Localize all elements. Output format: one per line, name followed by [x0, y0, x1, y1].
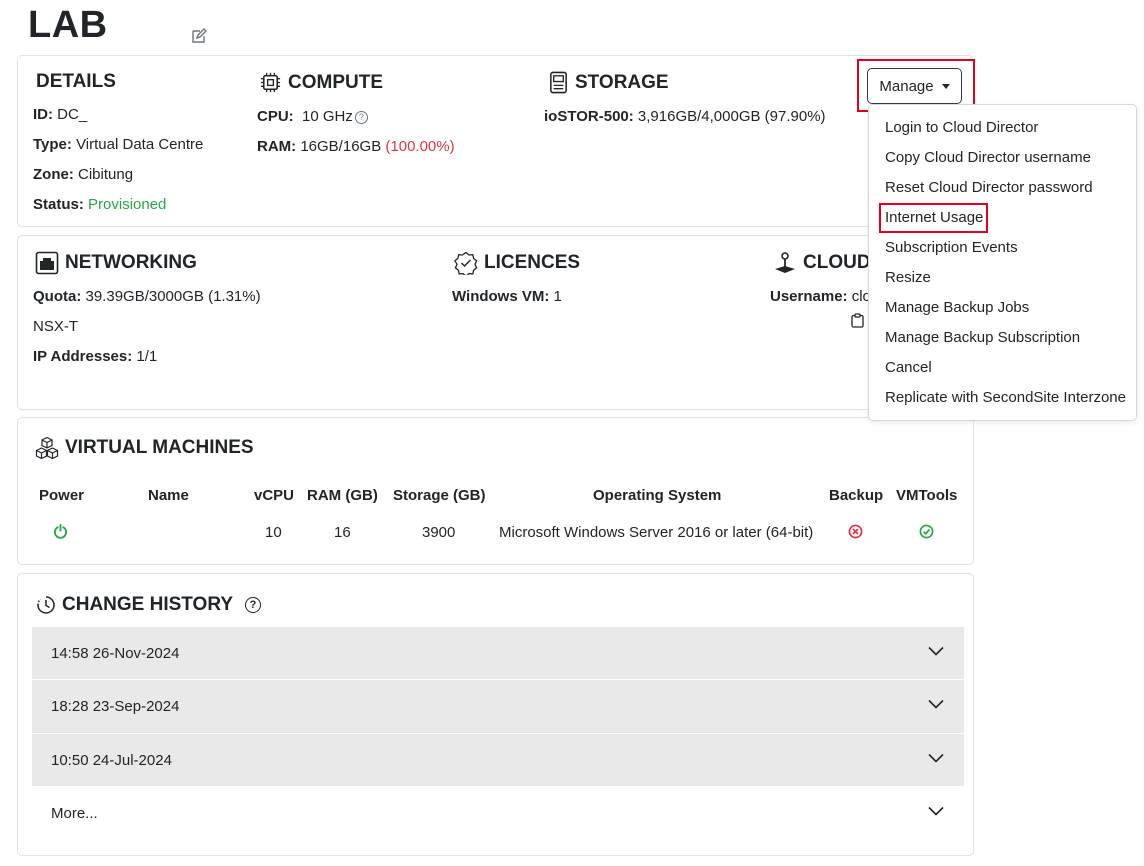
history-heading: CHANGE HISTORY ? [36, 594, 262, 616]
menu-item-resize[interactable]: Resize [885, 269, 931, 286]
history-more[interactable]: More... [32, 787, 964, 839]
col-storage: Storage (GB) [393, 487, 486, 504]
menu-item-subscription-events[interactable]: Subscription Events [885, 239, 1018, 256]
vm-vcpu: 10 [265, 524, 282, 541]
history-more-label: More... [51, 804, 98, 822]
chevron-down-icon [928, 699, 944, 709]
menu-item-manage-backup-jobs[interactable]: Manage Backup Jobs [885, 299, 1029, 316]
history-help-icon[interactable]: ? [245, 597, 262, 613]
menu-item-reset-password[interactable]: Reset Cloud Director password [885, 179, 1093, 196]
licences-heading: LICENCES [454, 251, 580, 275]
compute-heading: COMPUTE [259, 71, 383, 94]
joystick-icon [775, 252, 795, 273]
compute-cpu: CPU: 10 GHz? [257, 108, 368, 125]
clipboard-icon[interactable] [851, 313, 864, 328]
storage-icon [550, 71, 567, 94]
cpu-icon [260, 72, 281, 93]
details-type: Type: Virtual Data Centre [33, 136, 204, 153]
menu-item-login-cloud-director[interactable]: Login to Cloud Director [885, 119, 1038, 136]
networking-quota: Quota: 39.39GB/3000GB (1.31%) [33, 288, 261, 305]
help-icon[interactable]: ? [354, 111, 368, 124]
history-entry-label: 10:50 24-Jul-2024 [51, 751, 172, 769]
vmtools-ok-icon [919, 524, 934, 539]
network-port-icon [35, 251, 59, 275]
networking-heading: NETWORKING [35, 251, 197, 275]
history-entry[interactable]: 10:50 24-Jul-2024 [32, 734, 964, 786]
col-vmtools: VMTools [896, 487, 958, 504]
vm-storage: 3900 [422, 524, 456, 541]
cloud-username: Username: clo [770, 288, 871, 305]
col-name: Name [148, 487, 189, 504]
details-id: ID: DC_ [33, 106, 88, 123]
page-title: LAB [28, 4, 108, 46]
history-entry-label: 14:58 26-Nov-2024 [51, 644, 180, 662]
manage-dropdown-menu: Login to Cloud Director Copy Cloud Direc… [868, 104, 1137, 421]
chevron-down-icon [928, 646, 944, 656]
ram-percent: (100.00%) [385, 138, 455, 155]
storage-tier: ioSTOR-500: 3,916GB/4,000GB (97.90%) [544, 108, 826, 125]
col-vcpu: vCPU [254, 487, 295, 504]
edit-icon[interactable] [191, 28, 207, 44]
vm-os: Microsoft Windows Server 2016 or later (… [499, 524, 814, 541]
col-backup: Backup [829, 487, 884, 504]
history-entry-label: 18:28 23-Sep-2024 [51, 698, 180, 715]
menu-item-replicate-secondsite[interactable]: Replicate with SecondSite Interzone [885, 389, 1126, 406]
history-entry[interactable]: 14:58 26-Nov-2024 [32, 627, 964, 679]
backup-error-icon [848, 524, 863, 539]
menu-item-internet-usage[interactable]: Internet Usage [885, 209, 983, 226]
col-power: Power [39, 487, 85, 504]
chevron-down-icon [928, 806, 944, 816]
col-os: Operating System [593, 487, 722, 504]
vms-heading: VIRTUAL MACHINES [35, 436, 254, 460]
boxes-icon [35, 436, 59, 460]
details-zone: Zone: Cibitung [33, 166, 134, 183]
cloud-heading: CLOUD [773, 251, 871, 275]
menu-item-copy-username[interactable]: Copy Cloud Director username [885, 149, 1091, 166]
menu-item-cancel[interactable]: Cancel [885, 359, 932, 376]
status-value: Provisioned [88, 196, 167, 213]
menu-item-manage-backup-subscription[interactable]: Manage Backup Subscription [885, 329, 1080, 346]
vm-ram: 16 [334, 524, 351, 541]
badge-check-icon [454, 251, 478, 275]
clock-history-icon [37, 596, 55, 614]
licences-windows: Windows VM: 1 [452, 288, 562, 305]
details-status: Status: Provisioned [33, 196, 167, 213]
networking-ip: IP Addresses: 1/1 [33, 348, 158, 365]
compute-ram: RAM: 16GB/16GB (100.00%) [257, 138, 455, 155]
chevron-down-icon [928, 753, 944, 763]
networking-nsx: NSX-T [33, 318, 78, 335]
power-on-icon[interactable] [53, 524, 68, 539]
manage-button[interactable]: Manage [867, 68, 962, 104]
details-heading: DETAILS [36, 71, 116, 92]
caret-down-icon [941, 83, 950, 89]
storage-heading: STORAGE [548, 71, 669, 94]
col-ram: RAM (GB) [307, 487, 378, 504]
history-entry[interactable]: 18:28 23-Sep-2024 [32, 680, 964, 733]
